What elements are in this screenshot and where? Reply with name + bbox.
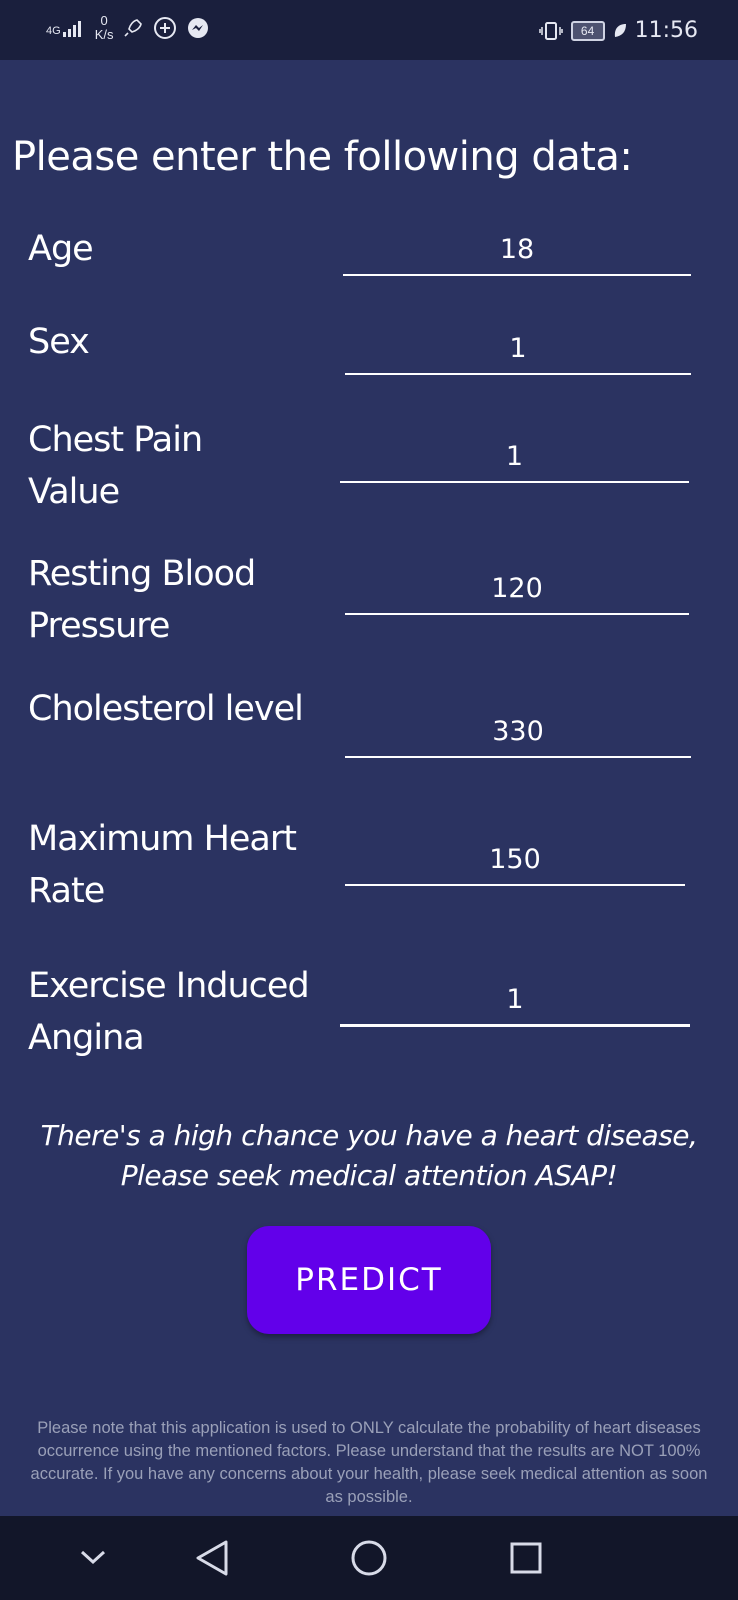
navigation-bar (0, 1516, 738, 1600)
page-title: Please enter the following data: (12, 134, 633, 180)
cholesterol-input[interactable]: 330 (345, 716, 691, 758)
data-speed-unit: K/s (94, 27, 114, 42)
exercise-angina-value: 1 (506, 984, 524, 1015)
recents-square-icon[interactable] (508, 1538, 544, 1578)
label-cholesterol: Cholesterol level (28, 689, 304, 729)
rocket-icon (124, 19, 143, 37)
result-message: There's a high chance you have a heart d… (40, 1119, 698, 1192)
add-circle-icon (154, 17, 177, 39)
chevron-down-icon[interactable] (78, 1548, 108, 1568)
network-type: 4G (46, 25, 61, 37)
status-left: 4G 0 K/s (46, 14, 209, 42)
disclaimer-text: Please note that this application is use… (30, 1419, 708, 1506)
max-heart-rate-input[interactable]: 150 (345, 844, 685, 886)
battery-icon: 64 (570, 20, 605, 41)
status-bar: 4G 0 K/s 64 11:56 (0, 0, 738, 60)
signal-indicator: 4G (46, 19, 85, 37)
back-triangle-icon[interactable] (194, 1538, 230, 1578)
status-right: 64 11:56 (538, 18, 698, 43)
predict-button[interactable]: PREDICT (247, 1226, 491, 1334)
label-max-heart-rate: Maximum Heart Rate (28, 819, 297, 911)
signal-icon (62, 21, 81, 37)
resting-bp-input[interactable]: 120 (345, 573, 689, 615)
exercise-angina-input[interactable]: 1 (340, 984, 690, 1027)
label-age: Age (28, 229, 94, 269)
age-value: 18 (499, 234, 535, 265)
clock: 11:56 (634, 18, 698, 43)
data-speed: 0 K/s (95, 14, 114, 42)
chest-pain-input[interactable]: 1 (340, 441, 689, 483)
predict-button-label: PREDICT (295, 1262, 443, 1298)
max-heart-rate-value: 150 (489, 844, 541, 875)
leaf-icon (614, 23, 626, 37)
label-chest-pain: Chest Pain Value (28, 420, 203, 512)
label-exercise-angina: Exercise Induced Angina (28, 966, 310, 1058)
messenger-icon (188, 18, 209, 38)
label-resting-bp: Resting Blood Pressure (28, 554, 256, 646)
vibrate-icon (538, 21, 563, 40)
cholesterol-value: 330 (492, 716, 544, 747)
home-circle-icon[interactable] (349, 1538, 389, 1578)
chest-pain-value: 1 (505, 441, 524, 472)
sex-input[interactable]: 1 (345, 333, 691, 375)
resting-bp-value: 120 (491, 573, 543, 604)
data-speed-value: 0 (100, 13, 108, 28)
sex-value: 1 (509, 333, 527, 364)
label-sex: Sex (28, 322, 90, 362)
age-input[interactable]: 18 (343, 234, 691, 276)
